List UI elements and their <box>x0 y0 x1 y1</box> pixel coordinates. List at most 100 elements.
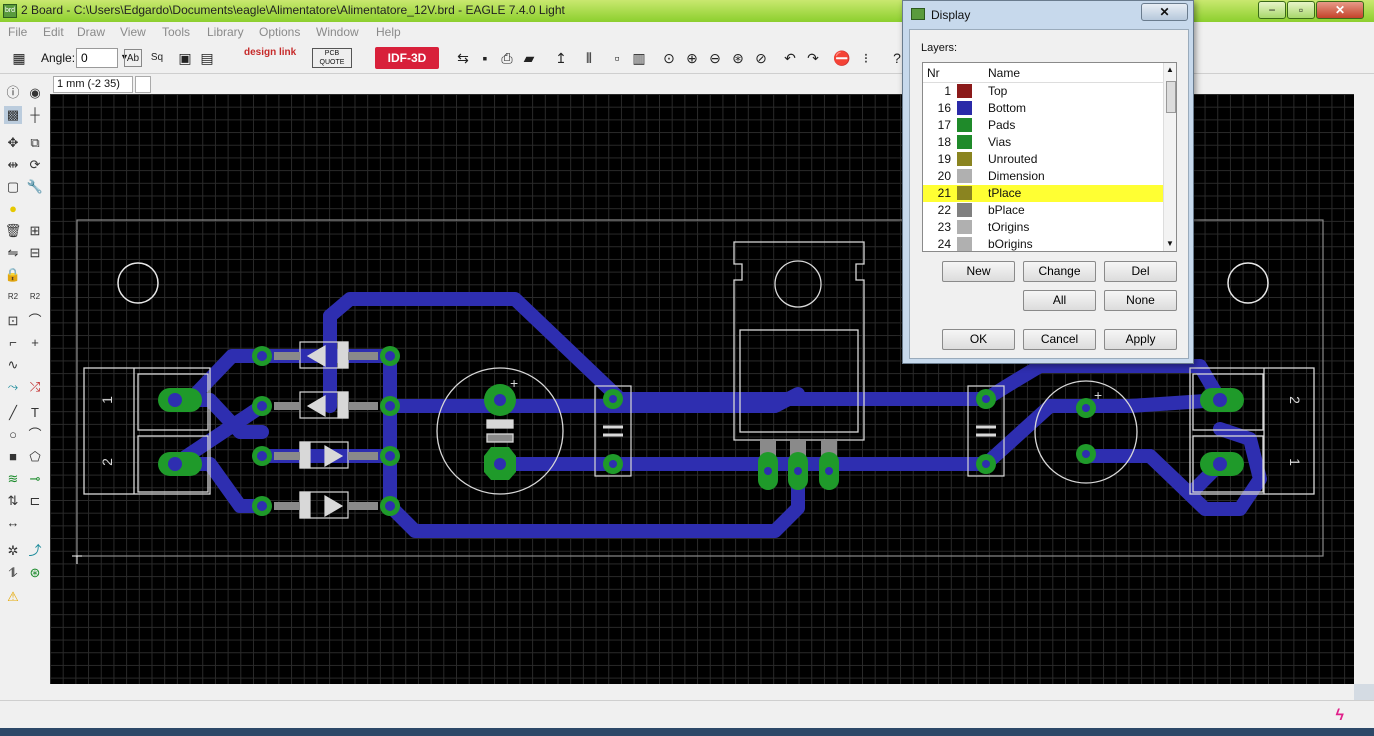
minimize-button[interactable]: − <box>1258 1 1286 19</box>
menu-tools[interactable]: Tools <box>162 25 190 39</box>
redo-icon[interactable]: ↷ <box>804 49 822 67</box>
export-icon[interactable]: ⇆ <box>454 49 472 67</box>
script-icon[interactable]: ▫ <box>608 49 626 67</box>
split-icon[interactable]: ⌐ <box>4 334 22 352</box>
wire-icon[interactable]: ╱ <box>4 404 22 422</box>
upload-icon[interactable]: ↥ <box>552 49 570 67</box>
ripup-icon[interactable]: ⤮ <box>26 378 44 396</box>
print-icon[interactable]: ⎙ <box>498 49 516 67</box>
text-abc-icon[interactable]: Ab <box>124 49 142 67</box>
schematic-icon[interactable]: ⦀ <box>580 49 598 67</box>
menu-view[interactable]: View <box>120 25 146 39</box>
stop-icon[interactable]: ⛔ <box>833 49 851 67</box>
lock-icon[interactable]: ⊟ <box>26 244 44 262</box>
angle-input[interactable] <box>76 48 118 68</box>
text-icon[interactable]: T <box>26 404 44 422</box>
delete-layer-button[interactable]: Del <box>1104 261 1177 282</box>
layer-row[interactable]: 16 Bottom <box>923 100 1163 117</box>
copy-icon[interactable]: ⧉ <box>26 134 44 152</box>
all-layers-button[interactable]: All <box>1023 290 1096 311</box>
errors-icon[interactable]: ⚠ <box>4 588 22 606</box>
auto-icon[interactable]: ⤴ <box>26 542 44 560</box>
zoom-in-icon[interactable]: ⊕ <box>683 49 701 67</box>
layer-list[interactable]: Nr Name 1 Top 16 Bottom 17 Pads 18 Vias 19 Unrout… <box>922 62 1177 252</box>
meander-icon[interactable]: ∿ <box>4 356 22 374</box>
move-icon[interactable]: ✥ <box>4 134 22 152</box>
layer-list-scrollbar[interactable]: ▲ ▼ <box>1163 63 1176 251</box>
layout-alt-icon[interactable]: ▤ <box>198 49 216 67</box>
delete-icon[interactable]: 🗑 <box>4 222 22 240</box>
display-icon[interactable]: ▩ <box>4 106 22 124</box>
value-icon[interactable]: R2 <box>26 288 44 306</box>
horizontal-scrollbar[interactable] <box>50 684 1354 700</box>
column-name[interactable]: Name <box>988 66 1020 80</box>
menu-options[interactable]: Options <box>259 25 300 39</box>
scroll-down-icon[interactable]: ▼ <box>1166 239 1174 248</box>
route-icon[interactable]: ⤳ <box>4 378 22 396</box>
paste-icon[interactable]: ● <box>4 200 22 218</box>
rect-icon[interactable]: ■ <box>4 448 22 466</box>
layer-row[interactable]: 17 Pads <box>923 117 1163 134</box>
layer-row[interactable]: 21 tPlace <box>923 185 1163 202</box>
layer-row[interactable]: 23 tOrigins <box>923 219 1163 236</box>
command-field[interactable] <box>135 76 151 93</box>
layer-row[interactable]: 24 bOrigins <box>923 236 1163 251</box>
signal-icon[interactable]: ⊸ <box>26 470 44 488</box>
zoom-redraw-icon[interactable]: ⊛ <box>729 49 747 67</box>
info-icon[interactable]: ⓘ <box>4 84 22 102</box>
none-layers-button[interactable]: None <box>1104 290 1177 311</box>
layer-row[interactable]: 19 Unrouted <box>923 151 1163 168</box>
mark-icon[interactable]: ┼ <box>26 106 44 124</box>
menu-help[interactable]: Help <box>376 25 401 39</box>
menu-window[interactable]: Window <box>316 25 359 39</box>
maximize-button[interactable]: ▫ <box>1287 1 1315 19</box>
change-layer-button[interactable]: Change <box>1023 261 1096 282</box>
lightning-icon[interactable]: ϟ <box>1336 707 1344 725</box>
menu-draw[interactable]: Draw <box>77 25 105 39</box>
cam-icon[interactable]: ▰ <box>520 49 538 67</box>
layer-row[interactable]: 22 bPlace <box>923 202 1163 219</box>
grid-icon[interactable]: ▦ <box>10 49 28 67</box>
scroll-thumb[interactable] <box>1166 81 1176 113</box>
replace-icon[interactable]: ⇋ <box>4 244 22 262</box>
show-icon[interactable]: ◉ <box>26 84 44 102</box>
undo-icon[interactable]: ↶ <box>781 49 799 67</box>
hole-icon[interactable]: ⇅ <box>4 492 22 510</box>
change-icon[interactable]: 🔧 <box>26 178 44 196</box>
rotate-icon[interactable]: ⟳ <box>26 156 44 174</box>
arc-icon[interactable]: ⌒ <box>26 426 44 444</box>
miter-icon[interactable]: ⌒ <box>26 312 44 330</box>
menu-library[interactable]: Library <box>207 25 244 39</box>
zoom-fit-icon[interactable]: ⊙ <box>660 49 678 67</box>
go-icon[interactable]: ⁝ <box>857 49 875 67</box>
mirror-icon[interactable]: ⇹ <box>4 156 22 174</box>
vertical-scrollbar[interactable] <box>1354 94 1374 684</box>
new-layer-button[interactable]: New <box>942 261 1015 282</box>
name-icon[interactable]: R2 <box>4 288 22 306</box>
layer-row[interactable]: 20 Dimension <box>923 168 1163 185</box>
scroll-up-icon[interactable]: ▲ <box>1166 65 1174 74</box>
ratsnest-icon[interactable]: ✲ <box>4 542 22 560</box>
zoom-select-icon[interactable]: ⊘ <box>752 49 770 67</box>
save-icon[interactable]: ▪ <box>476 49 494 67</box>
idf-3d-button[interactable]: IDF-3D <box>375 47 439 69</box>
text-size-icon[interactable]: Sq <box>148 49 166 67</box>
add-icon[interactable]: ⊞ <box>26 222 44 240</box>
polygon-icon[interactable]: ⬠ <box>26 448 44 466</box>
pcb-quote-logo[interactable]: PCB QUOTE <box>312 48 352 68</box>
dialog-close-button[interactable]: ✕ <box>1141 3 1188 21</box>
optimize-icon[interactable]: ⥮ <box>4 564 22 582</box>
menu-file[interactable]: File <box>8 25 27 39</box>
ulp-icon[interactable]: ▥ <box>630 49 648 67</box>
column-nr[interactable]: Nr <box>927 66 940 80</box>
zoom-out-icon[interactable]: ⊖ <box>706 49 724 67</box>
layer-row[interactable]: 1 Top <box>923 83 1163 100</box>
ok-button[interactable]: OK <box>942 329 1015 350</box>
designlink-logo[interactable]: design link <box>244 48 296 58</box>
menu-edit[interactable]: Edit <box>43 25 64 39</box>
plus-icon[interactable]: + <box>26 334 44 352</box>
drc-icon[interactable]: ⊛ <box>26 564 44 582</box>
circle-icon[interactable]: ○ <box>4 426 22 444</box>
smash-icon[interactable]: ⊡ <box>4 312 22 330</box>
via-icon[interactable]: ≋ <box>4 470 22 488</box>
